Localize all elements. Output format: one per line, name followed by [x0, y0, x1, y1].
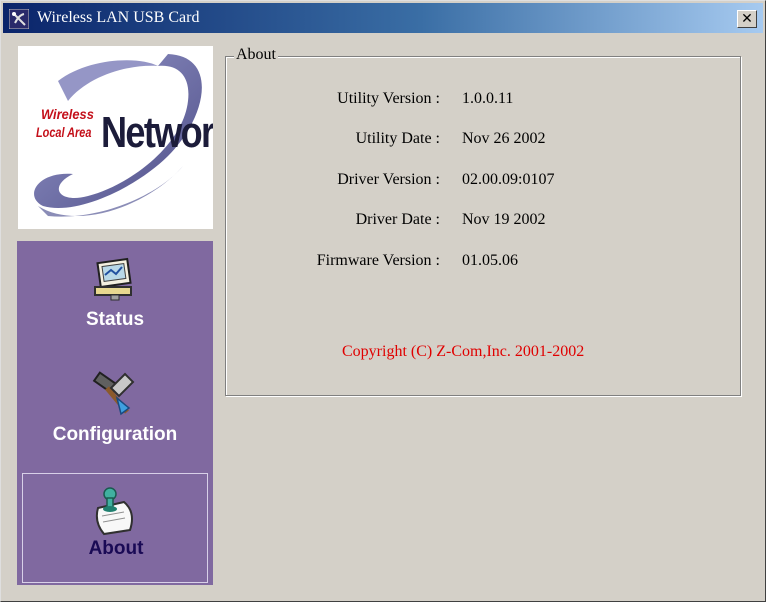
about-scroll-icon	[95, 487, 133, 536]
driver-version-value: 02.00.09:0107	[462, 171, 555, 188]
nav-item-configuration[interactable]: Configuration	[17, 356, 213, 466]
about-group-title: About	[234, 46, 278, 64]
logo-text-network: Network	[101, 108, 213, 157]
status-monitor-icon	[94, 257, 132, 301]
firmware-version-label: Firmware Version :	[316, 252, 440, 269]
configuration-tools-icon	[92, 371, 135, 416]
logo-text-wireless: Wireless	[41, 106, 94, 122]
close-button[interactable]: ✕	[737, 10, 757, 28]
network-logo: Wireless Local Area Network	[18, 46, 213, 229]
sidebar-nav: Status Configuration About	[17, 241, 213, 585]
utility-version-value: 1.0.0.11	[462, 90, 514, 107]
window-title: Wireless LAN USB Card	[37, 9, 200, 26]
utility-date-value: Nov 26 2002	[462, 130, 546, 147]
driver-date-label: Driver Date :	[355, 211, 440, 228]
firmware-version-value: 01.05.06	[462, 252, 518, 269]
driver-date-value: Nov 19 2002	[462, 211, 546, 228]
nav-item-about[interactable]: About	[22, 473, 208, 583]
utility-date-label: Utility Date :	[355, 130, 440, 147]
title-bar[interactable]: Wireless LAN USB Card ✕	[3, 3, 763, 33]
copyright-text: Copyright (C) Z-Com,Inc. 2001-2002	[342, 343, 585, 360]
app-window: Wireless LAN USB Card ✕ Wireless Local A…	[0, 0, 766, 602]
utility-version-label: Utility Version :	[337, 90, 440, 107]
nav-label-about: About	[88, 538, 144, 559]
close-icon: ✕	[741, 11, 753, 27]
app-icon	[9, 9, 29, 29]
logo-text-local-area: Local Area	[36, 124, 92, 140]
nav-item-status[interactable]: Status	[17, 241, 213, 351]
driver-version-label: Driver Version :	[337, 171, 440, 188]
nav-label-configuration: Configuration	[52, 424, 178, 445]
nav-label-status: Status	[85, 309, 145, 330]
